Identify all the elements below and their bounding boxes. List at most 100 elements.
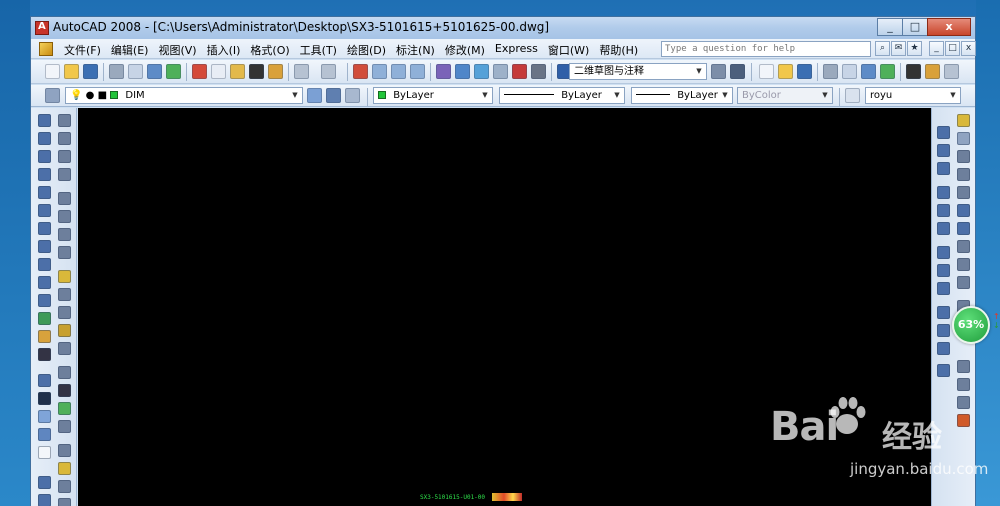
block-editor-icon-2[interactable] [925, 64, 940, 79]
open-folder-icon[interactable] [64, 64, 79, 79]
tolerance-icon[interactable] [58, 342, 71, 355]
layer-manager-icon[interactable] [45, 88, 60, 103]
ellipse-icon[interactable] [38, 276, 51, 289]
move-icon[interactable] [957, 204, 970, 217]
menu-tools[interactable]: 工具(T) [295, 42, 342, 58]
publish-icon[interactable] [147, 64, 162, 79]
block-editor-icon[interactable] [268, 64, 283, 79]
make-current-layer-icon[interactable] [307, 88, 322, 103]
quick-dimension-icon[interactable] [58, 270, 71, 283]
menu-help[interactable]: 帮助(H) [594, 42, 643, 58]
dimension-text-edit-icon[interactable] [58, 402, 71, 415]
polygon-icon[interactable] [38, 168, 51, 181]
circle-icon[interactable] [38, 222, 51, 235]
ucs-previous-icon[interactable] [937, 342, 950, 355]
jogged-dimension-icon[interactable] [58, 210, 71, 223]
ucs-object-icon[interactable] [937, 162, 950, 175]
autocad-app-icon[interactable] [35, 21, 49, 35]
match-properties-brush-icon-2[interactable] [906, 64, 921, 79]
lineweight-combo[interactable]: ByLayer ▼ [631, 87, 733, 104]
dimension-space-icon[interactable] [58, 480, 71, 493]
doc-restore-button[interactable]: □ [945, 41, 960, 56]
menu-draw[interactable]: 绘图(D) [342, 42, 391, 58]
help-search-input[interactable]: Type a question for help [661, 41, 871, 57]
open-folder-icon-2[interactable] [778, 64, 793, 79]
polyline-icon[interactable] [38, 150, 51, 163]
workspace-save-icon[interactable] [730, 64, 745, 79]
ucs-y-icon[interactable] [937, 264, 950, 277]
match-properties-brush-icon[interactable] [249, 64, 264, 79]
sheet-set-icon[interactable] [493, 64, 508, 79]
ucs-manager-icon[interactable] [937, 364, 950, 377]
paste-icon[interactable] [230, 64, 245, 79]
zoom-percentage-badge[interactable]: 63% [952, 306, 990, 344]
calculator-icon[interactable] [531, 64, 546, 79]
center-mark-icon[interactable] [58, 366, 71, 379]
ucs-apply-icon[interactable] [937, 306, 950, 319]
radius-dimension-icon[interactable] [58, 192, 71, 205]
baseline-dimension-icon[interactable] [58, 288, 71, 301]
ucs-icon[interactable] [38, 476, 51, 489]
zoom-window-icon[interactable] [391, 64, 406, 79]
color-combo[interactable]: ByLayer ▼ [373, 87, 493, 104]
ucs-x-icon[interactable] [937, 246, 950, 259]
menu-express[interactable]: Express [490, 42, 543, 58]
redo-icon[interactable] [321, 64, 336, 79]
arc-length-icon[interactable] [58, 150, 71, 163]
new-file-icon[interactable] [45, 64, 60, 79]
mirror-icon[interactable] [957, 150, 970, 163]
ordinate-dimension-icon[interactable] [58, 168, 71, 181]
markup-icon[interactable] [512, 64, 527, 79]
etransmit-icon[interactable] [166, 64, 181, 79]
text-style-icon[interactable] [845, 88, 860, 103]
favorites-star-icon[interactable]: ★ [907, 41, 922, 56]
erase-icon[interactable] [957, 114, 970, 127]
menu-view[interactable]: 视图(V) [153, 42, 201, 58]
linetype-combo[interactable]: ByLayer ▼ [499, 87, 625, 104]
ucs-named-icon[interactable] [937, 324, 950, 337]
ucs-3point-icon[interactable] [937, 204, 950, 217]
communication-center-icon[interactable]: ✉ [891, 41, 906, 56]
rotate-icon[interactable] [957, 222, 970, 235]
insert-block-icon[interactable] [38, 312, 51, 325]
line-icon[interactable] [38, 114, 51, 127]
menu-edit[interactable]: 编辑(E) [106, 42, 154, 58]
textstyle-combo[interactable]: royu ▼ [865, 87, 961, 104]
pan-icon[interactable] [353, 64, 368, 79]
menu-format[interactable]: 格式(O) [245, 42, 294, 58]
workspace-combo[interactable]: 二维草图与注释 ▼ [569, 63, 707, 80]
chamfer-icon[interactable] [957, 378, 970, 391]
chevron-down-icon[interactable]: ▼ [947, 89, 959, 102]
menu-modify[interactable]: 修改(M) [440, 42, 490, 58]
layer-previous-icon[interactable] [326, 88, 341, 103]
chevron-down-icon[interactable]: ▼ [693, 65, 705, 78]
doc-minimize-button[interactable]: _ [929, 41, 944, 56]
ucs-zaxis-icon[interactable] [937, 222, 950, 235]
properties-icon[interactable] [436, 64, 451, 79]
dimension-break-icon[interactable] [58, 498, 71, 506]
make-block-icon[interactable] [38, 330, 51, 343]
workspace-settings-icon[interactable] [711, 64, 726, 79]
title-bar[interactable]: AutoCAD 2008 - [C:\Users\Administrator\D… [31, 17, 975, 39]
design-center-icon[interactable] [455, 64, 470, 79]
scale-icon[interactable] [957, 240, 970, 253]
minimize-button[interactable]: _ [877, 18, 903, 36]
menu-file[interactable]: 文件(F) [59, 42, 106, 58]
copy-icon[interactable] [211, 64, 226, 79]
quick-leader-icon[interactable] [58, 324, 71, 337]
ucs-face-icon[interactable] [937, 144, 950, 157]
dimension-override-icon[interactable] [58, 462, 71, 475]
ucs-view-icon[interactable] [937, 186, 950, 199]
chevron-down-icon[interactable]: ▼ [289, 89, 301, 102]
cut-scissors-icon[interactable] [192, 64, 207, 79]
array-icon[interactable] [957, 186, 970, 199]
undo-icon-2[interactable] [944, 64, 959, 79]
aligned-dimension-icon[interactable] [58, 132, 71, 145]
multiline-text-icon[interactable] [38, 446, 51, 459]
ucs-z-icon[interactable] [937, 282, 950, 295]
save-icon-2[interactable] [797, 64, 812, 79]
save-icon[interactable] [83, 64, 98, 79]
plot-icon[interactable] [109, 64, 124, 79]
angular-dimension-icon[interactable] [58, 246, 71, 259]
publish-icon-2[interactable] [861, 64, 876, 79]
